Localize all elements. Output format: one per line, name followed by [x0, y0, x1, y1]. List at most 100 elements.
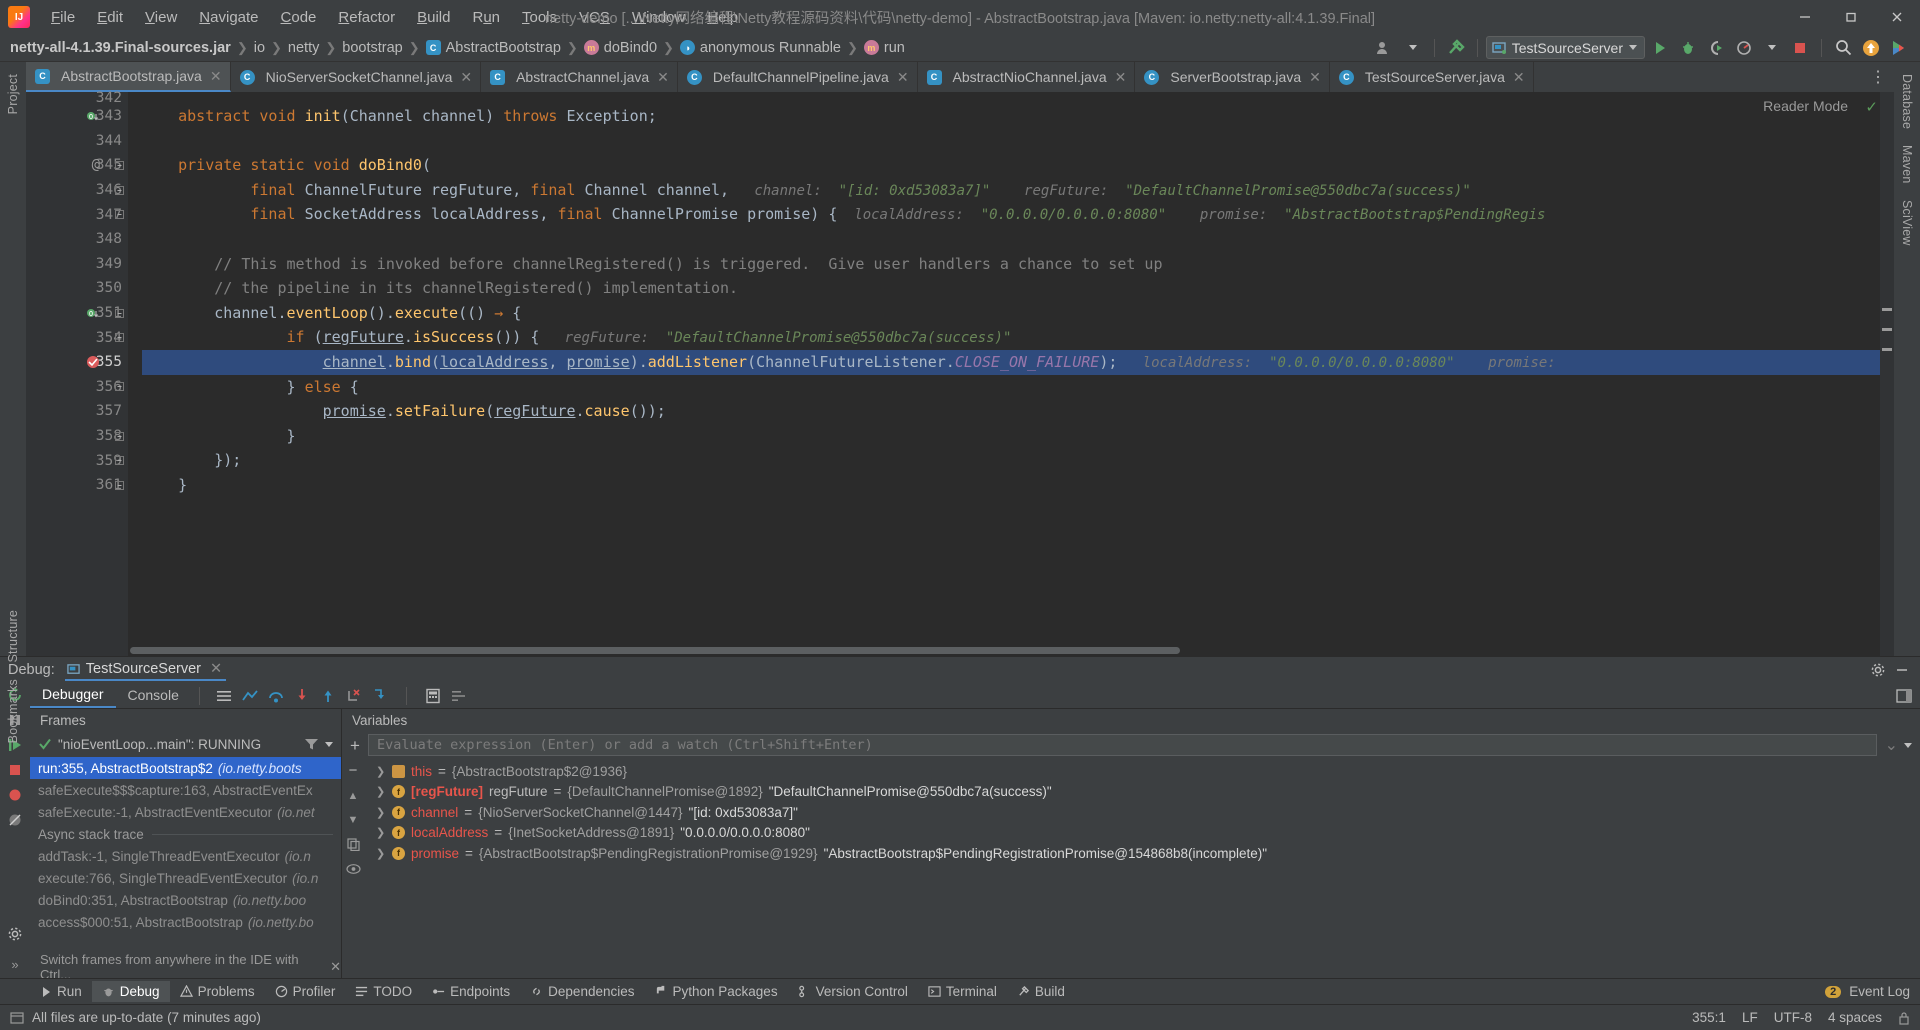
- hide-window-icon[interactable]: [1894, 662, 1910, 678]
- profile-dropdown-icon[interactable]: [1759, 36, 1785, 60]
- variable-row[interactable]: ❯ channel = {NioServerSocketChannel@1447}…: [364, 802, 1920, 823]
- code-line[interactable]: if (regFuture.isSuccess()) { regFuture: …: [142, 325, 1894, 350]
- code-line-current[interactable]: channel.bind(localAddress, promise).addL…: [142, 349, 1894, 375]
- tab-debugger[interactable]: Debugger: [30, 683, 116, 708]
- run-configuration-selector[interactable]: TestSourceServer: [1485, 36, 1645, 59]
- account-dropdown-icon[interactable]: [1400, 36, 1426, 60]
- bottom-tab-todo[interactable]: TODO: [345, 981, 422, 1002]
- settings-icon[interactable]: [7, 926, 23, 942]
- gutter-line[interactable]: 351 O: [26, 301, 128, 326]
- debug-button[interactable]: [1675, 36, 1701, 60]
- code-line[interactable]: private static void doBind0(: [142, 153, 1894, 178]
- variable-row[interactable]: ❯ promise = {AbstractBootstrap$PendingReg…: [364, 843, 1920, 864]
- variable-row[interactable]: ❯ [regFuture] regFuture = {DefaultChannel…: [364, 782, 1920, 803]
- gutter-line[interactable]: 359: [26, 448, 128, 473]
- add-watch-icon[interactable]: +: [350, 737, 360, 754]
- user-account-icon[interactable]: [1372, 36, 1398, 60]
- breadcrumb-item-bootstrap[interactable]: bootstrap: [342, 40, 402, 56]
- code-fold-icon[interactable]: [115, 308, 124, 318]
- event-log-button[interactable]: Event Log: [1849, 984, 1910, 999]
- code-fold-icon[interactable]: [115, 480, 124, 490]
- code-line[interactable]: final ChannelFuture regFuture, final Cha…: [142, 178, 1894, 203]
- show-execution-point-icon[interactable]: [242, 689, 258, 703]
- close-icon[interactable]: ✕: [1513, 69, 1525, 86]
- lambda-icon[interactable]: O: [86, 306, 100, 320]
- update-project-icon[interactable]: [1858, 36, 1884, 60]
- code-fold-icon[interactable]: [115, 160, 124, 170]
- gutter-line[interactable]: 350: [26, 276, 128, 301]
- breadcrumb-item-anonymous-runnable[interactable]: ◑ anonymous Runnable: [679, 40, 841, 56]
- bottom-tab-python-packages[interactable]: Python Packages: [645, 981, 788, 1002]
- filter-icon[interactable]: [304, 737, 319, 751]
- editor-gutter[interactable]: 342 343 O 344 345 @346 347 348 349 350 351 O 354 355 3…: [26, 90, 128, 656]
- gutter-line[interactable]: 346: [26, 178, 128, 203]
- gutter-line[interactable]: 356: [26, 375, 128, 400]
- tab-serverbootstrap[interactable]: C ServerBootstrap.java ✕: [1135, 62, 1330, 92]
- chevron-right-icon[interactable]: ❯: [376, 765, 386, 778]
- bottom-tab-terminal[interactable]: Terminal: [918, 981, 1007, 1002]
- breadcrumb-item-io[interactable]: io: [254, 40, 265, 56]
- evaluate-expression-input[interactable]: Evaluate expression (Enter) or add a wat…: [367, 734, 1877, 756]
- code-line[interactable]: // This method is invoked before channel…: [142, 252, 1894, 277]
- caret-position[interactable]: 355:1: [1692, 1010, 1726, 1025]
- frames-list[interactable]: run:355, AbstractBootstrap$2 (io.netty.bo…: [30, 757, 341, 956]
- bottom-tab-problems[interactable]: Problems: [170, 981, 265, 1002]
- settings-gear-icon[interactable]: [1870, 662, 1886, 678]
- code-line[interactable]: promise.setFailure(regFuture.cause());: [142, 399, 1894, 424]
- chevron-right-icon[interactable]: ❯: [376, 806, 386, 819]
- chevron-down-icon[interactable]: [1629, 45, 1637, 50]
- tab-defaultchannelpipeline[interactable]: C DefaultChannelPipeline.java ✕: [678, 62, 918, 92]
- breadcrumb-item-method-dobind0[interactable]: m doBind0: [583, 40, 657, 56]
- line-separator[interactable]: LF: [1742, 1010, 1758, 1025]
- editor-scrollbar-horizontal[interactable]: [130, 647, 1880, 654]
- expand-icon[interactable]: »: [11, 957, 18, 972]
- gutter-line[interactable]: 348: [26, 227, 128, 252]
- code-line[interactable]: final SocketAddress localAddress, final …: [142, 202, 1894, 227]
- code-line[interactable]: abstract void init(Channel channel) thro…: [142, 104, 1894, 129]
- gutter-line[interactable]: 349: [26, 252, 128, 277]
- code-fold-icon[interactable]: [115, 185, 124, 195]
- tab-abstractniochannel[interactable]: C AbstractNioChannel.java ✕: [918, 62, 1136, 92]
- async-frame-item[interactable]: access$000:51, AbstractBootstrap (io.nett…: [30, 911, 341, 933]
- close-icon[interactable]: ✕: [330, 959, 341, 975]
- variables-list[interactable]: ❯ this = {AbstractBootstrap$2@1936} ❯ [regF…: [364, 759, 1920, 978]
- breakpoint-hit-icon[interactable]: [86, 355, 100, 369]
- run-button[interactable]: [1647, 36, 1673, 60]
- bottom-tab-build[interactable]: Build: [1007, 981, 1075, 1002]
- view-breakpoints-icon[interactable]: [7, 787, 23, 803]
- breadcrumb-item-class[interactable]: C AbstractBootstrap: [425, 40, 561, 56]
- code-line[interactable]: [142, 129, 1894, 154]
- lock-icon[interactable]: [1898, 1011, 1910, 1025]
- run-with-coverage-button[interactable]: [1703, 36, 1729, 60]
- mute-breakpoints-icon[interactable]: [7, 812, 23, 828]
- async-frame-item[interactable]: addTask:-1, SingleThreadEventExecutor (io…: [30, 845, 341, 867]
- variable-row[interactable]: ❯ localAddress = {InetSocketAddress@1891}…: [364, 823, 1920, 844]
- maximize-button[interactable]: [1828, 0, 1874, 34]
- variable-row[interactable]: ❯ this = {AbstractBootstrap$2@1936}: [364, 761, 1920, 782]
- chevron-right-icon[interactable]: ❯: [376, 826, 386, 839]
- code-fold-icon[interactable]: [115, 382, 124, 392]
- gutter-line[interactable]: 342: [26, 90, 128, 106]
- breadcrumb-item-jar[interactable]: netty-all-4.1.39.Final-sources.jar: [10, 40, 231, 56]
- share-icon[interactable]: [1886, 36, 1912, 60]
- tabs-overflow-icon[interactable]: ⋮: [1862, 62, 1894, 92]
- menu-help[interactable]: Help: [696, 5, 749, 30]
- gutter-line[interactable]: 361: [26, 473, 128, 498]
- menu-edit[interactable]: Edit: [86, 5, 134, 30]
- bottom-tab-version-control[interactable]: Version Control: [788, 981, 918, 1002]
- sidebar-item-structure[interactable]: Structure: [2, 602, 24, 671]
- file-encoding[interactable]: UTF-8: [1774, 1010, 1812, 1025]
- menu-code[interactable]: Code: [270, 5, 328, 30]
- bottom-tab-debug[interactable]: Debug: [91, 981, 170, 1002]
- inspect-icon[interactable]: [345, 863, 361, 875]
- gutter-line[interactable]: 358: [26, 424, 128, 449]
- frame-item[interactable]: run:355, AbstractBootstrap$2 (io.netty.bo…: [30, 757, 341, 779]
- async-frame-item[interactable]: execute:766, SingleThreadEventExecutor (i…: [30, 867, 341, 889]
- gutter-line[interactable]: 344: [26, 129, 128, 154]
- chevron-right-icon[interactable]: ❯: [376, 785, 386, 798]
- reader-mode-label[interactable]: Reader Mode: [1763, 98, 1848, 114]
- breadcrumb-item-method-run[interactable]: m run: [863, 40, 905, 56]
- sort-values-icon[interactable]: [451, 689, 467, 703]
- thread-selector[interactable]: "nioEventLoop...main": RUNNING: [58, 737, 298, 752]
- gutter-line[interactable]: 355: [26, 350, 128, 375]
